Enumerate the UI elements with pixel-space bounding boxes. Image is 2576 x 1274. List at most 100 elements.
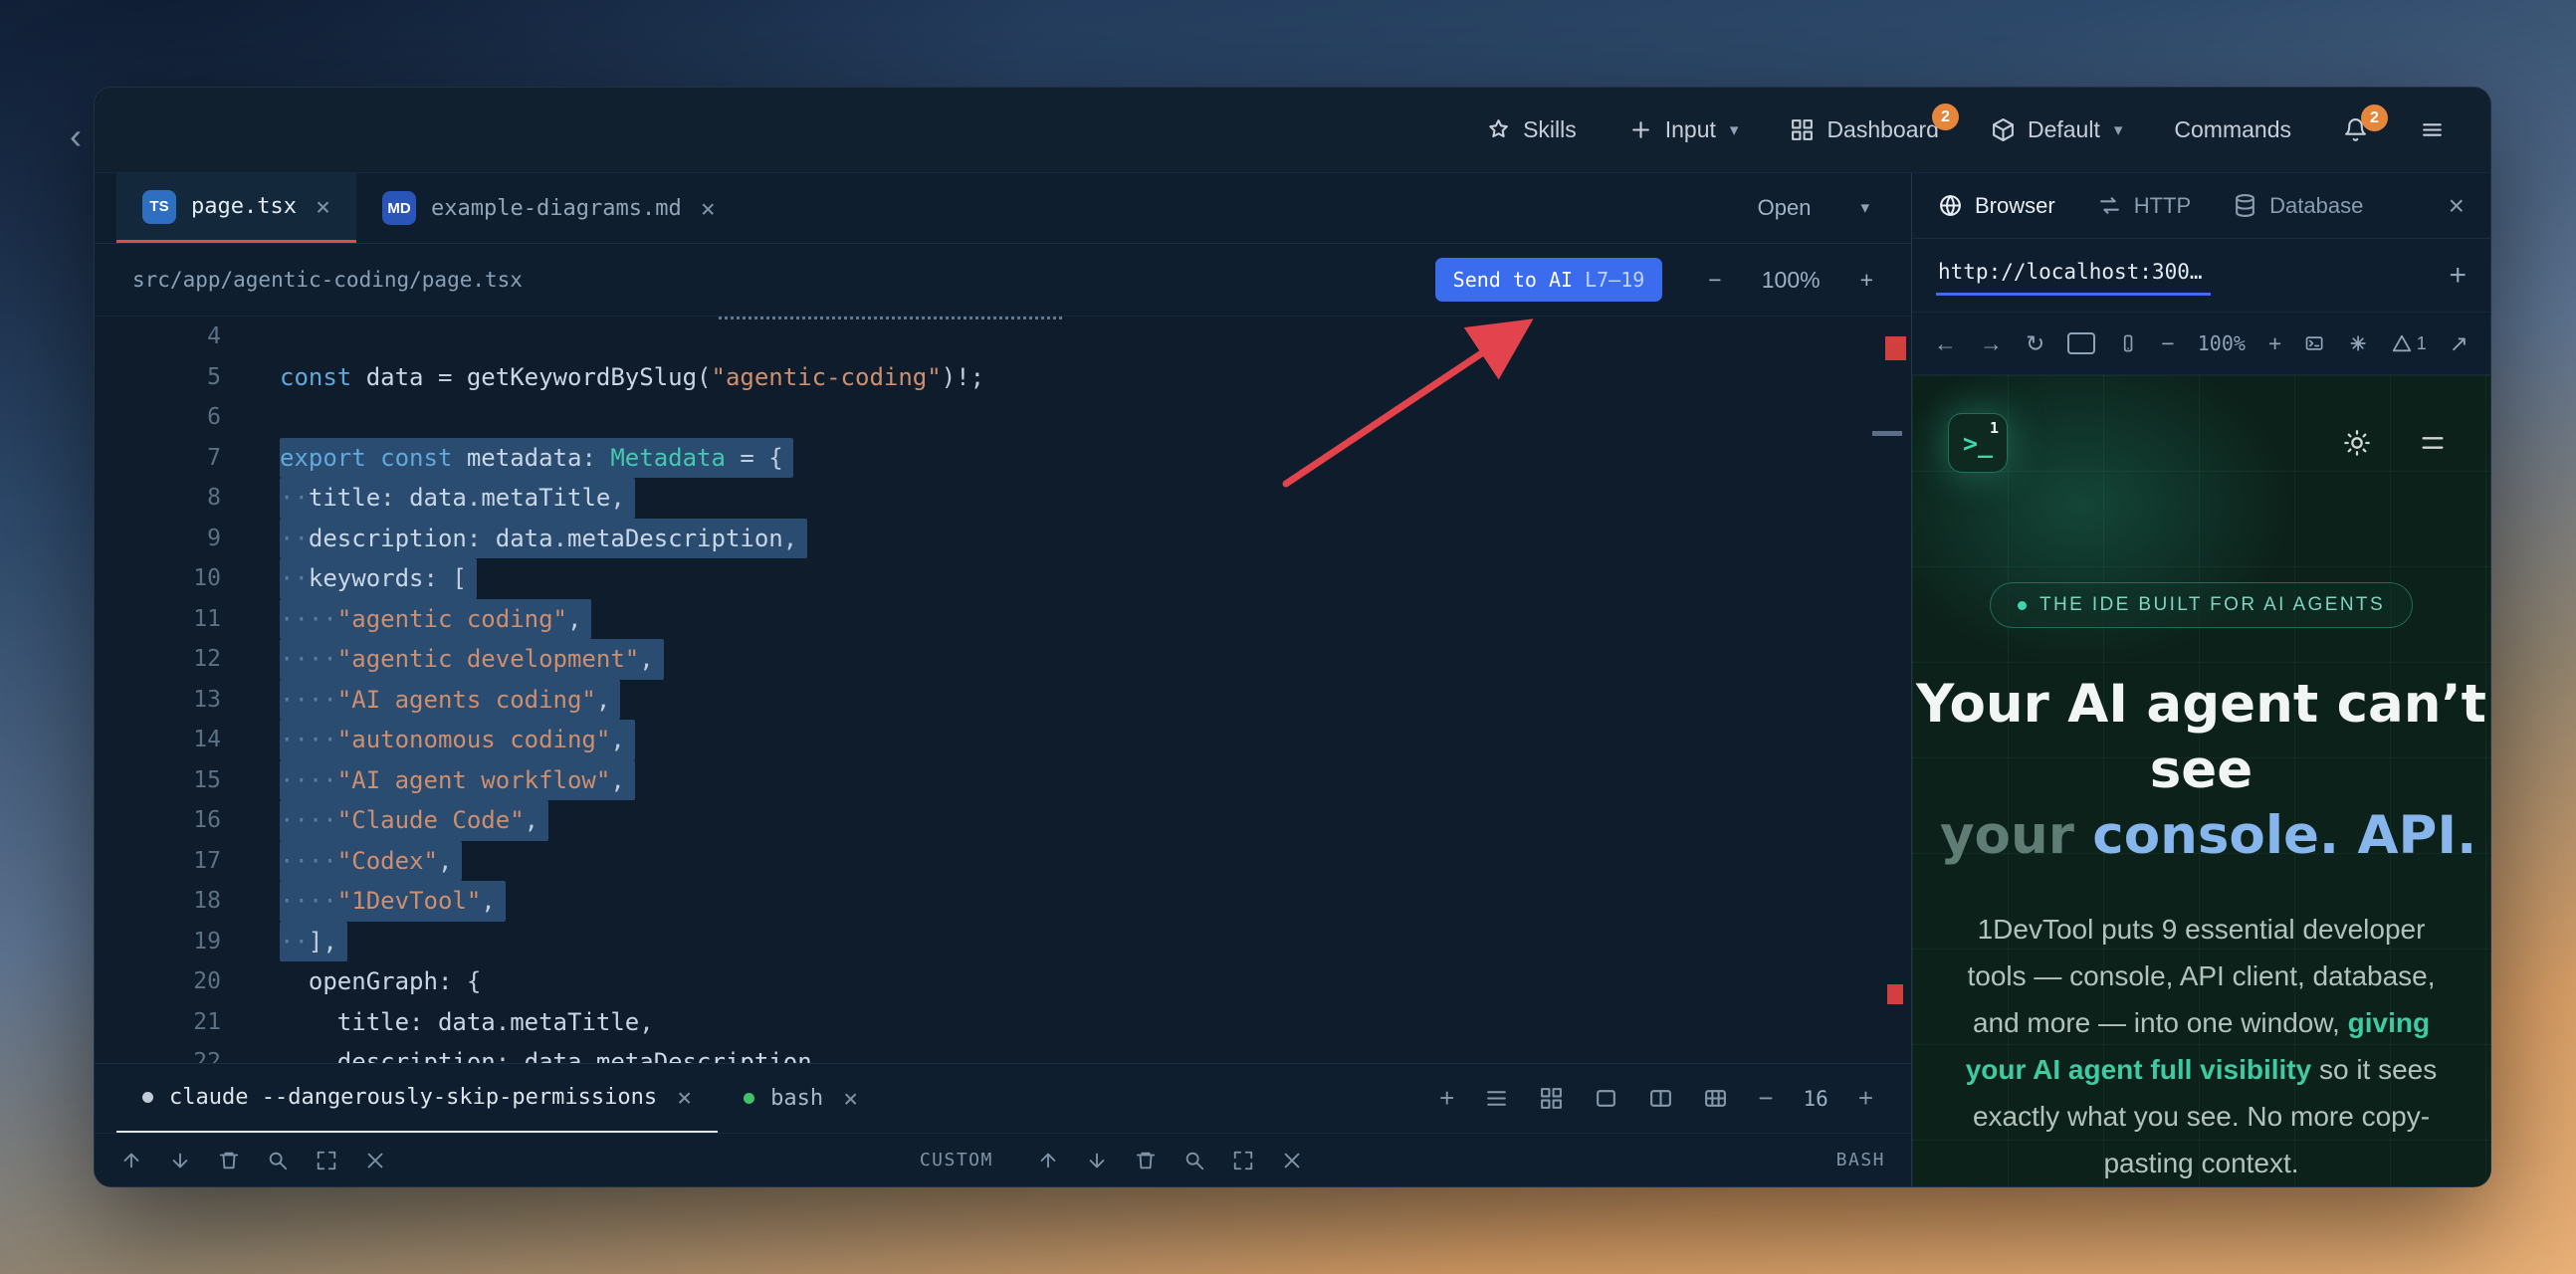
typescript-file-icon: TS xyxy=(142,190,176,224)
terminal-tab-label: bash xyxy=(770,1086,823,1111)
close-icon[interactable]: × xyxy=(2449,190,2465,222)
split-pane-icon[interactable] xyxy=(1648,1086,1673,1111)
grid-layout-icon[interactable] xyxy=(1539,1086,1564,1111)
close-icon[interactable] xyxy=(1281,1150,1303,1171)
menu-commands[interactable]: Commands xyxy=(2174,116,2291,143)
tab-browser[interactable]: Browser xyxy=(1938,193,2055,219)
code-line-12[interactable]: 12····"agentic development", xyxy=(95,639,1911,680)
code-line-10[interactable]: 10··keywords: [ xyxy=(95,558,1911,599)
code-line-16[interactable]: 16····"Claude Code", xyxy=(95,800,1911,841)
menu-input[interactable]: Input ▾ xyxy=(1628,116,1739,143)
scrollbar-thumb[interactable] xyxy=(1872,431,1902,436)
tab-database[interactable]: Database xyxy=(2233,193,2363,219)
close-icon[interactable] xyxy=(364,1150,386,1171)
close-icon[interactable]: × xyxy=(677,1083,692,1112)
menu-skills[interactable]: Skills xyxy=(1486,116,1577,143)
line-number: 18 xyxy=(95,888,221,914)
code-line-18[interactable]: 18····"1DevTool", xyxy=(95,881,1911,922)
list-layout-icon[interactable] xyxy=(1484,1086,1509,1111)
search-icon[interactable] xyxy=(1183,1150,1205,1171)
code-line-17[interactable]: 17····"Codex", xyxy=(95,841,1911,882)
terminal-tab-claude[interactable]: claude --dangerously-skip-permissions × xyxy=(116,1064,718,1133)
main-menu-button[interactable] xyxy=(2420,117,2445,142)
scroll-down-icon[interactable] xyxy=(1086,1150,1108,1171)
code-line-8[interactable]: 8··title: data.metaTitle, xyxy=(95,478,1911,519)
code-line-5[interactable]: 5const data = getKeywordBySlug("agentic-… xyxy=(95,357,1911,398)
zoom-out-button[interactable]: − xyxy=(1708,267,1721,294)
panel-tab-label: HTTP xyxy=(2134,193,2191,219)
code-line-13[interactable]: 13····"AI agents coding", xyxy=(95,680,1911,721)
code-line-9[interactable]: 9··description: data.metaDescription, xyxy=(95,519,1911,559)
browser-panel: Browser HTTP Database × http://localhost… xyxy=(1911,173,2490,1186)
maximize-icon[interactable] xyxy=(316,1150,337,1171)
url-input[interactable]: http://localhost:300… xyxy=(1936,256,2211,296)
scroll-up-icon[interactable] xyxy=(1037,1150,1059,1171)
code-text: title: data.metaTitle, xyxy=(280,1002,654,1043)
back-button[interactable]: ← xyxy=(1934,330,1957,357)
close-icon[interactable]: × xyxy=(316,192,330,221)
browser-zoom-out-button[interactable]: − xyxy=(2161,330,2174,357)
mobile-device-icon[interactable] xyxy=(2118,332,2138,354)
menu-input-label: Input xyxy=(1665,116,1716,143)
code-line-22[interactable]: 22 description: data.metaDescription xyxy=(95,1042,1911,1063)
close-icon[interactable]: × xyxy=(701,194,716,223)
zoom-in-button[interactable]: + xyxy=(1860,267,1873,294)
code-text: ····"agentic development", xyxy=(280,639,664,680)
tab-label: page.tsx xyxy=(191,194,297,219)
code-line-15[interactable]: 15····"AI agent workflow", xyxy=(95,760,1911,801)
line-number: 17 xyxy=(95,848,221,874)
notifications-button[interactable]: 2 xyxy=(2343,117,2368,142)
viewport-box-icon[interactable] xyxy=(2067,332,2095,354)
code-line-21[interactable]: 21 title: data.metaTitle, xyxy=(95,1002,1911,1043)
theme-sun-icon[interactable] xyxy=(2343,429,2371,457)
code-text: description: data.metaDescription xyxy=(280,1042,812,1063)
web-preview[interactable]: >_ 1 THE IDE BUILT FOR AI AGENTS You xyxy=(1912,375,2490,1186)
tab-http[interactable]: HTTP xyxy=(2097,193,2191,219)
multi-grid-icon[interactable] xyxy=(1703,1086,1728,1111)
window-collapse-chevron[interactable]: ‹ xyxy=(70,115,82,157)
terminal-tab-bash[interactable]: bash × xyxy=(718,1064,884,1133)
add-terminal-button[interactable]: + xyxy=(1439,1083,1454,1114)
site-menu-icon[interactable] xyxy=(2419,429,2447,457)
browser-zoom-in-button[interactable]: + xyxy=(2268,330,2281,357)
skills-icon xyxy=(1486,117,1511,142)
code-line-14[interactable]: 14····"autonomous coding", xyxy=(95,720,1911,760)
forward-button[interactable]: → xyxy=(1980,330,2003,357)
close-icon[interactable]: × xyxy=(843,1084,858,1113)
code-line-20[interactable]: 20 openGraph: { xyxy=(95,961,1911,1002)
open-dropdown[interactable]: Open ▾ xyxy=(1758,195,1869,221)
search-icon[interactable] xyxy=(267,1150,289,1171)
reload-button[interactable]: ↻ xyxy=(2026,330,2044,357)
code-line-11[interactable]: 11····"agentic coding", xyxy=(95,599,1911,640)
code-text: openGraph: { xyxy=(280,961,481,1002)
code-line-7[interactable]: 7export const metadata: Metadata = { xyxy=(95,438,1911,479)
menu-dashboard[interactable]: Dashboard 2 xyxy=(1790,116,1939,143)
font-increase-button[interactable]: + xyxy=(1858,1083,1873,1114)
code-text: ····"autonomous coding", xyxy=(280,720,635,760)
scroll-down-icon[interactable] xyxy=(169,1150,191,1171)
package-icon xyxy=(1991,117,2016,142)
add-tab-button[interactable]: + xyxy=(2449,259,2467,293)
send-to-ai-button[interactable]: Send to AI L7–19 xyxy=(1435,258,1663,302)
tab-example-diagrams-md[interactable]: MD example-diagrams.md × xyxy=(356,173,742,243)
code-line-6[interactable]: 6 xyxy=(95,397,1911,438)
terminal-tab-label: claude --dangerously-skip-permissions xyxy=(169,1085,657,1110)
code-editor[interactable]: 45const data = getKeywordBySlug("agentic… xyxy=(95,317,1911,1063)
tab-page-tsx[interactable]: TS page.tsx × xyxy=(116,173,356,243)
trash-icon[interactable] xyxy=(218,1150,240,1171)
code-line-19[interactable]: 19··], xyxy=(95,922,1911,962)
font-decrease-button[interactable]: − xyxy=(1758,1083,1773,1114)
single-pane-icon[interactable] xyxy=(1594,1086,1618,1111)
menu-default[interactable]: Default ▾ xyxy=(1991,116,2122,143)
code-line-4[interactable]: 4 xyxy=(95,317,1911,357)
console-icon[interactable] xyxy=(2304,332,2324,354)
sparkle-icon[interactable] xyxy=(2348,332,2368,354)
scroll-up-icon[interactable] xyxy=(120,1150,142,1171)
panel-tab-label: Database xyxy=(2269,193,2363,219)
code-area: 45const data = getKeywordBySlug("agentic… xyxy=(95,317,1911,1063)
trash-icon[interactable] xyxy=(1135,1150,1157,1171)
maximize-icon[interactable] xyxy=(1232,1150,1254,1171)
issues-indicator[interactable]: 1 xyxy=(2391,332,2427,354)
open-external-button[interactable]: ↗ xyxy=(2450,330,2469,357)
site-logo[interactable]: >_ 1 xyxy=(1948,413,2008,473)
